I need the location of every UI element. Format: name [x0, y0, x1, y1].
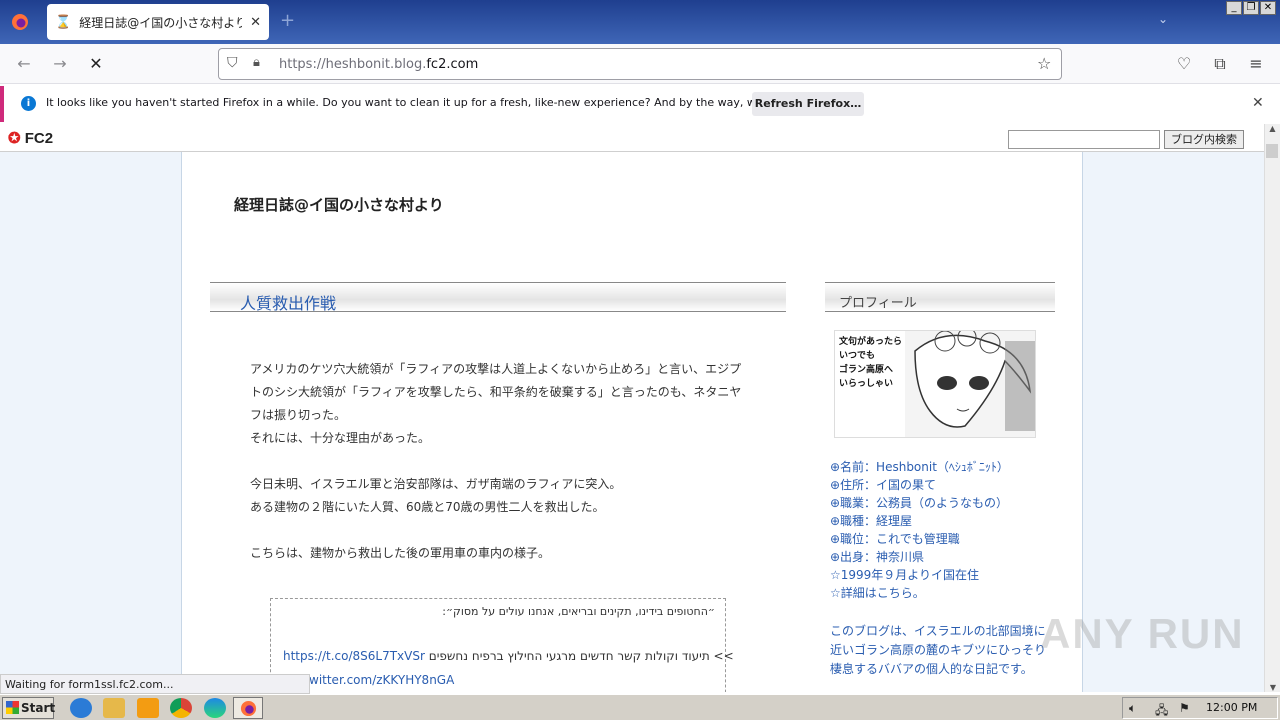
- blog-search-input[interactable]: [1008, 130, 1160, 149]
- extensions-icon[interactable]: ⧉: [1210, 54, 1230, 74]
- hamburger-menu-icon[interactable]: ≡: [1246, 54, 1266, 74]
- scroll-up-icon[interactable]: ▲: [1265, 124, 1280, 133]
- shield-icon[interactable]: ⛉: [227, 55, 238, 71]
- profile-item: ☆1999年９月よりイ国在住: [830, 568, 980, 582]
- watermark-logo: ANY RUN: [1040, 610, 1245, 657]
- vertical-scrollbar[interactable]: ▲ ▼: [1264, 124, 1280, 692]
- web-page: ✪ FC2 ブログ内検索 経理日誌@イ国の小さな村より 人質救出作戦 アメリカの…: [0, 124, 1264, 692]
- refresh-firefox-button[interactable]: Refresh Firefox…: [752, 92, 864, 116]
- taskbar: Start 🔈︎ 🖧 ⚑ 12:00 PM: [0, 694, 1280, 720]
- navigation-bar: ← → ✕ ⛉ 🔒︎ https://heshbonit.blog.fc2.co…: [0, 44, 1280, 84]
- tab-strip: ⌛ 経理日誌@イ国の小さな村より ✕ + ⌄ _ ❐ ✕: [0, 0, 1280, 44]
- new-tab-icon[interactable]: +: [280, 10, 295, 31]
- manga-face-illustration: [905, 331, 1035, 437]
- clock: 12:00 PM: [1206, 701, 1258, 714]
- tab-active[interactable]: ⌛ 経理日誌@イ国の小さな村より ✕: [47, 4, 269, 40]
- tweet-text: https://t.co/8S6L7TxVSr תיעוד וקולות קשר…: [283, 649, 734, 663]
- blog-content: 経理日誌@イ国の小さな村より 人質救出作戦 アメリカのケツ穴大統領が「ラフィアの…: [181, 152, 1083, 692]
- pocket-icon[interactable]: ♡: [1174, 54, 1194, 74]
- firefox-icon: [240, 700, 257, 717]
- profile-item: ⊕名前：Heshbonit（ﾍｼｭﾎﾞﾆｯﾄ）: [830, 460, 1009, 474]
- avatar-caption: 文句があったら いつでも ゴラン高原へ いらっしゃい: [839, 337, 903, 389]
- entry-header: 人質救出作戦: [210, 282, 786, 314]
- fc2-logo[interactable]: ✪ FC2: [8, 129, 53, 147]
- entry-paragraph: こちらは、建物から救出した後の軍用車の車内の様子。: [250, 546, 551, 560]
- notification-message: It looks like you haven't started Firefo…: [46, 96, 830, 109]
- fc2-header-bar: ✪ FC2 ブログ内検索: [0, 124, 1264, 152]
- blog-search-button[interactable]: ブログ内検索: [1164, 130, 1244, 149]
- status-text: Waiting for form1ssl.fc2.com...: [0, 674, 310, 694]
- close-icon[interactable]: ✕: [1252, 95, 1264, 111]
- profile-item: ⊕職業：公務員（のようなもの）: [830, 496, 1009, 510]
- profile-item: ⊕住所：イ国の果て: [830, 478, 937, 492]
- media-player-icon[interactable]: [137, 698, 159, 718]
- profile-header: プロフィール: [825, 282, 1055, 312]
- url-text[interactable]: https://heshbonit.blog.fc2.com: [279, 57, 478, 72]
- firefox-menu-icon[interactable]: [0, 0, 40, 44]
- internet-explorer-icon[interactable]: [70, 698, 92, 718]
- volume-icon[interactable]: 🔈︎: [1129, 701, 1136, 716]
- tab-title: 経理日誌@イ国の小さな村より: [79, 15, 243, 30]
- profile-item: ⊕出身：神奈川県: [830, 550, 925, 564]
- chrome-icon[interactable]: [170, 698, 192, 718]
- profile-title: プロフィール: [839, 296, 917, 311]
- start-button[interactable]: Start: [2, 697, 55, 719]
- profile-item: ⊕職種：経理屋: [830, 514, 913, 528]
- windows-logo-icon: [6, 701, 19, 714]
- profile-item: ⊕職位：これでも管理職: [830, 532, 960, 546]
- tab-close-icon[interactable]: ✕: [250, 15, 261, 30]
- close-window-button[interactable]: ✕: [1260, 1, 1276, 15]
- edge-icon[interactable]: [204, 698, 226, 718]
- blog-title[interactable]: 経理日誌@イ国の小さな村より: [234, 194, 444, 215]
- notification-bar: i It looks like you haven't started Fire…: [0, 86, 1280, 122]
- taskbar-firefox-active[interactable]: [233, 697, 263, 719]
- entry-paragraph: アメリカのケツ穴大統領が「ラフィアの攻撃は人道上よくないから止めろ」と言い、エジ…: [250, 362, 742, 422]
- embedded-tweet: ״החטופים בידינו, תקינים ובריאים, אנחנו ע…: [270, 598, 734, 692]
- tweet-link[interactable]: witter.com/zKKYHY8nGA: [309, 673, 454, 687]
- entry-paragraph: 今日未明、イスラエル軍と治安部隊は、ガザ南端のラフィアに突入。: [250, 477, 622, 491]
- scroll-down-icon[interactable]: ▼: [1265, 683, 1280, 692]
- back-arrow-icon[interactable]: ←: [14, 54, 34, 74]
- tweet-link[interactable]: https://t.co/8S6L7TxVSr: [283, 649, 425, 663]
- chevron-down-icon[interactable]: ⌄: [1158, 12, 1168, 26]
- url-bar[interactable]: ⛉ 🔒︎ https://heshbonit.blog.fc2.com ☆: [218, 48, 1062, 80]
- restore-button[interactable]: ❐: [1243, 1, 1259, 15]
- bookmark-star-icon[interactable]: ☆: [1037, 54, 1051, 73]
- profile-list: ⊕名前：Heshbonit（ﾍｼｭﾎﾞﾆｯﾄ） ⊕住所：イ国の果て ⊕職業：公務…: [830, 458, 1009, 602]
- profile-description: このブログは、イスラエルの北部国境に近いゴラン高原の麓のキブツにひっそり棲息する…: [830, 624, 1047, 676]
- entry-paragraph: それには、十分な理由があった。: [250, 431, 431, 445]
- file-explorer-icon[interactable]: [103, 698, 125, 718]
- profile-avatar: 文句があったら いつでも ゴラン高原へ いらっしゃい: [834, 330, 1036, 438]
- stop-loading-icon[interactable]: ✕: [86, 54, 106, 74]
- forward-arrow-icon[interactable]: →: [50, 54, 70, 74]
- tweet-text: ״החטופים בידינו, תקינים ובריאים, אנחנו ע…: [442, 605, 715, 618]
- entry-paragraph: ある建物の２階にいた人質、60歳と70歳の男性二人を救出した。: [250, 500, 605, 514]
- lock-icon[interactable]: 🔒︎: [253, 55, 260, 70]
- fc2-logo-mark-icon: ✪: [8, 130, 21, 147]
- scrollbar-thumb[interactable]: [1266, 144, 1278, 158]
- loading-hourglass-icon: ⌛: [55, 14, 72, 30]
- flag-icon[interactable]: ⚑: [1179, 701, 1190, 715]
- info-icon: i: [21, 96, 36, 111]
- entry-title[interactable]: 人質救出作戦: [240, 290, 336, 314]
- network-icon[interactable]: 🖧: [1155, 701, 1168, 722]
- minimize-button[interactable]: _: [1226, 1, 1242, 15]
- profile-detail-link[interactable]: ☆詳細はこちら。: [830, 584, 1009, 602]
